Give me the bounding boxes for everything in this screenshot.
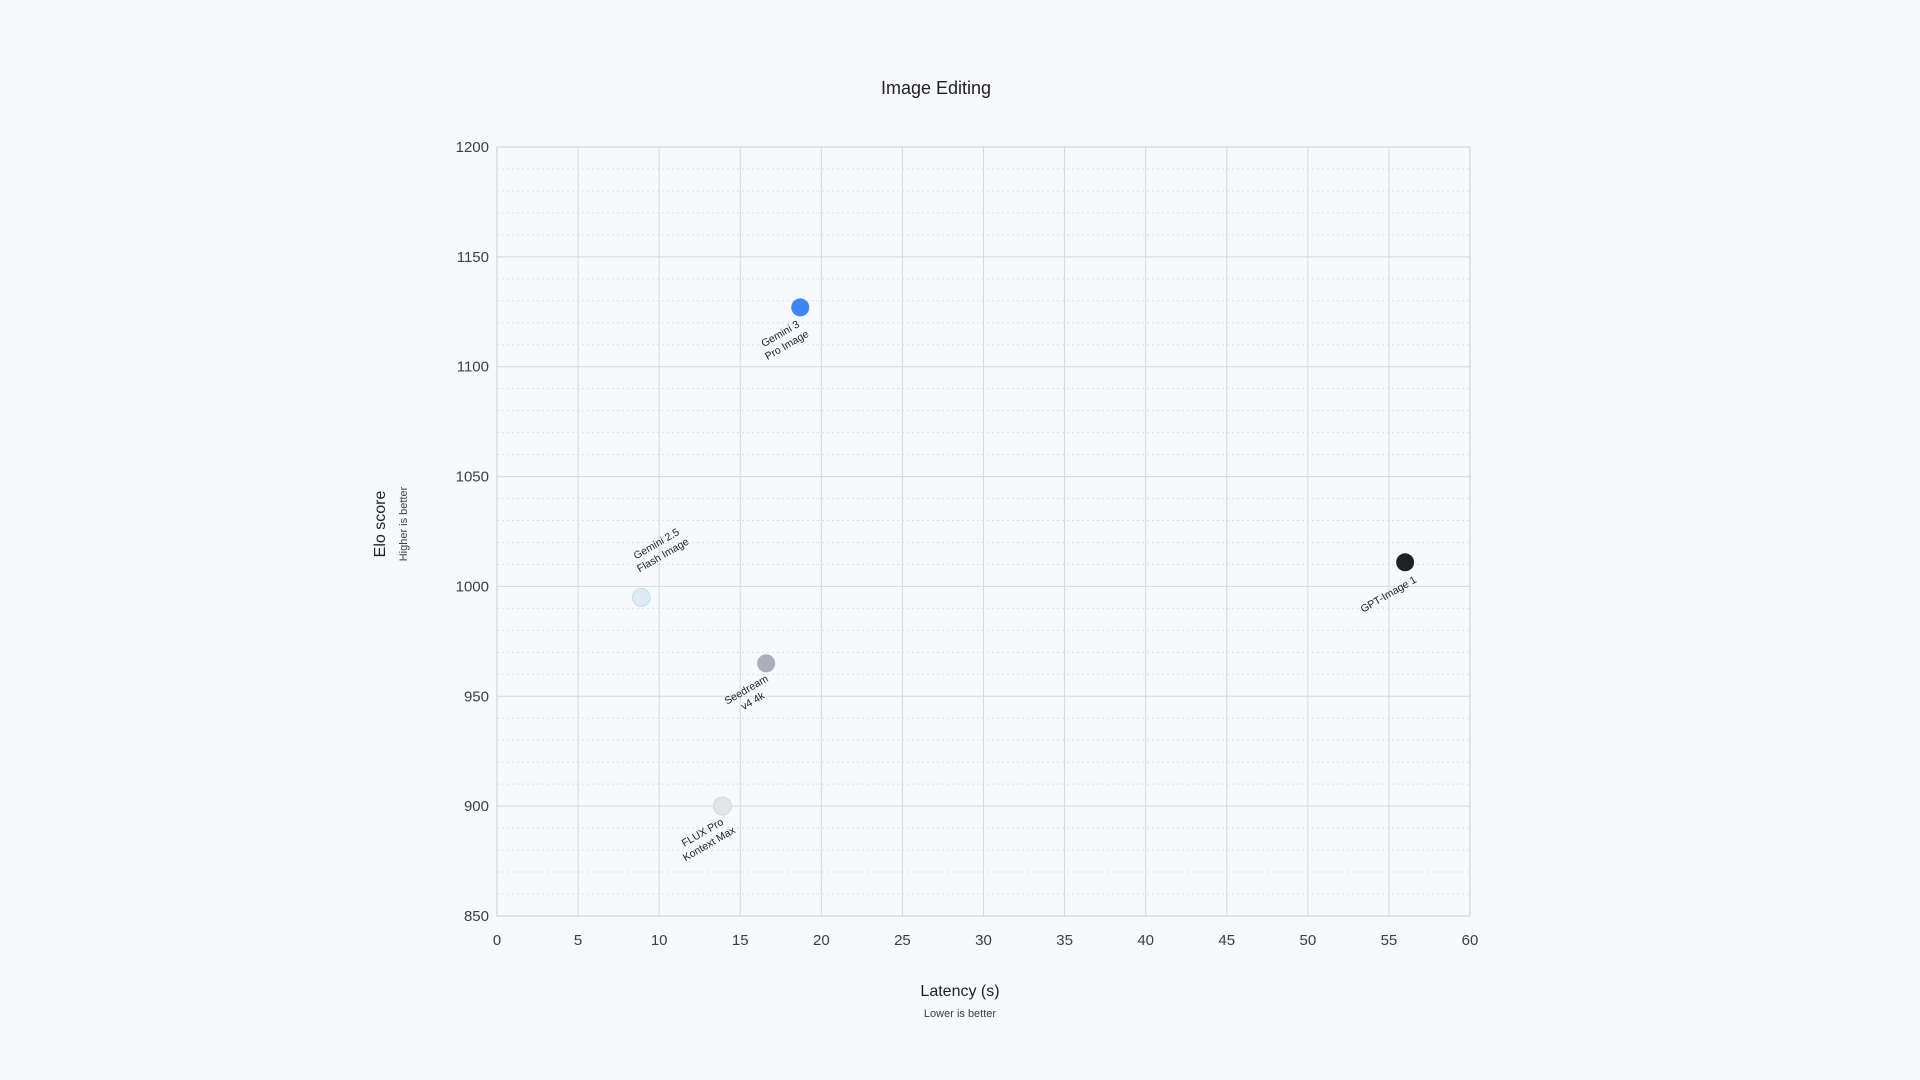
x-tick-label: 45 bbox=[1218, 932, 1235, 949]
y-tick-label: 850 bbox=[464, 908, 489, 925]
data-point-group: Gemini 3Pro Image bbox=[757, 298, 812, 363]
x-tick-label: 10 bbox=[651, 932, 668, 949]
x-axis-title: Latency (s) bbox=[920, 983, 999, 1000]
point-label: Gemini 3Pro Image bbox=[757, 317, 812, 363]
data-points: Gemini 3Pro Image Gemini 2.5Flash Image Se… bbox=[629, 298, 1419, 864]
point-label: FLUX ProKontext Max bbox=[674, 813, 738, 864]
y-tick-label: 1000 bbox=[456, 578, 489, 595]
data-point[interactable] bbox=[712, 796, 732, 816]
x-axis-subtitle: Lower is better bbox=[924, 1008, 996, 1020]
scatter-chart: 850 900 950 1000 1050 1100 1150 1200 0 5 10 15 20 25 3… bbox=[0, 0, 1920, 1080]
x-tick-label: 35 bbox=[1056, 932, 1073, 949]
x-tick-label: 30 bbox=[975, 932, 992, 949]
data-point[interactable] bbox=[631, 587, 651, 607]
x-tick-label: 60 bbox=[1462, 932, 1479, 949]
y-axis-title: Elo score bbox=[372, 491, 389, 558]
chart-canvas: 850 900 950 1000 1050 1100 1150 1200 0 5 10 15 20 25 3… bbox=[372, 78, 1479, 1020]
x-tick-label: 50 bbox=[1299, 932, 1316, 949]
x-tick-label: 0 bbox=[493, 932, 501, 949]
y-tick-label: 950 bbox=[464, 688, 489, 705]
y-axis-subtitle: Higher is better bbox=[398, 486, 410, 561]
y-tick-label: 900 bbox=[464, 798, 489, 815]
point-label: Seedreamv4 4k bbox=[722, 673, 777, 719]
x-tick-label: 40 bbox=[1137, 932, 1154, 949]
data-point[interactable] bbox=[791, 298, 810, 317]
point-label: Gemini 2.5Flash Image bbox=[629, 524, 692, 575]
x-tick-label: 20 bbox=[813, 932, 830, 949]
x-tick-label: 25 bbox=[894, 932, 911, 949]
data-point-group: Seedreamv4 4k bbox=[722, 654, 777, 719]
chart-title: Image Editing bbox=[881, 78, 991, 98]
y-tick-label: 1100 bbox=[457, 359, 489, 376]
x-tick-label: 5 bbox=[574, 932, 582, 949]
y-tick-label: 1200 bbox=[456, 139, 489, 156]
data-point-group: FLUX ProKontext Max bbox=[674, 796, 738, 864]
data-point[interactable] bbox=[1396, 553, 1415, 572]
data-point-group: Gemini 2.5Flash Image bbox=[629, 524, 692, 607]
data-point[interactable] bbox=[757, 654, 776, 673]
grid bbox=[496, 146, 1471, 917]
x-tick-label: 15 bbox=[732, 932, 749, 949]
x-tick-label: 55 bbox=[1381, 932, 1398, 949]
y-tick-label: 1150 bbox=[457, 249, 489, 266]
y-tick-label: 1050 bbox=[456, 469, 489, 486]
axis-ticks: 850 900 950 1000 1050 1100 1150 1200 0 5 10 15 20 25 3… bbox=[456, 139, 1479, 949]
